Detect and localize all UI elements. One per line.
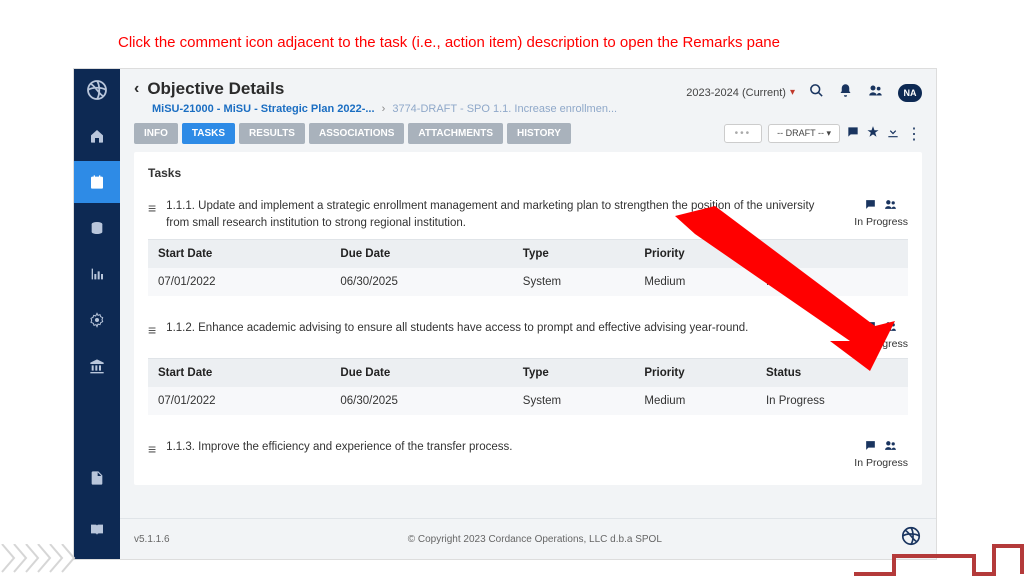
- sidebar-item-settings[interactable]: [74, 299, 120, 341]
- task-comment-icon[interactable]: [864, 198, 877, 214]
- tab-associations[interactable]: ASSOCIATIONS: [309, 123, 404, 144]
- version-text: v5.1.1.6: [134, 534, 170, 545]
- task-row: ≡ 1.1.1. Update and implement a strategi…: [134, 190, 922, 304]
- panel-title: Tasks: [134, 152, 922, 190]
- sidebar-item-data[interactable]: [74, 207, 120, 249]
- task-row: ≡ 1.1.3. Improve the efficiency and expe…: [134, 431, 922, 485]
- page-title: Objective Details: [147, 79, 284, 99]
- task-status-badge: In Progress: [854, 338, 908, 350]
- task-description: 1.1.3. Improve the efficiency and experi…: [166, 439, 844, 456]
- notifications-icon[interactable]: [838, 83, 853, 102]
- task-row: ≡ 1.1.2. Enhance academic advising to en…: [134, 312, 922, 423]
- copyright-text: © Copyright 2023 Cordance Operations, LL…: [408, 534, 662, 545]
- sidebar-item-reports[interactable]: [74, 253, 120, 295]
- footer-logo-icon: [900, 525, 922, 553]
- app-window: ‹ Objective Details MiSU-21000 - MiSU - …: [73, 68, 937, 560]
- cell-status: In Pr: [756, 268, 908, 296]
- col-priority: Priority: [634, 359, 756, 388]
- breadcrumb-root[interactable]: MiSU-21000 - MiSU - Strategic Plan 2022-…: [152, 103, 375, 115]
- drag-handle-icon[interactable]: ≡: [148, 200, 156, 216]
- drag-handle-icon[interactable]: ≡: [148, 322, 156, 338]
- status-dropdown[interactable]: -- DRAFT -- ▾: [768, 124, 840, 143]
- col-start: Start Date: [148, 240, 330, 269]
- cell-due: 06/30/2025: [330, 387, 512, 415]
- cell-status: In Progress: [756, 387, 908, 415]
- task-comment-icon[interactable]: [864, 320, 877, 336]
- task-comment-icon[interactable]: [864, 439, 877, 455]
- tab-attachments[interactable]: ATTACHMENTS: [408, 123, 503, 144]
- cell-type: System: [513, 268, 635, 296]
- comment-icon[interactable]: [846, 125, 860, 142]
- tasks-panel: Tasks ≡ 1.1.1. Update and implement a st…: [134, 152, 922, 485]
- more-actions-button[interactable]: •••: [724, 124, 763, 143]
- breadcrumb: MiSU-21000 - MiSU - Strategic Plan 2022-…: [152, 103, 686, 115]
- task-users-icon[interactable]: [883, 320, 898, 336]
- sidebar-item-library[interactable]: [74, 509, 120, 551]
- task-detail-grid: Start Date Due Date Type Priority 07/01/…: [148, 239, 908, 296]
- content-area: Tasks ≡ 1.1.1. Update and implement a st…: [120, 152, 936, 518]
- col-priority: Priority: [634, 240, 756, 269]
- col-status: Status: [756, 359, 908, 388]
- download-icon[interactable]: [886, 125, 900, 142]
- app-logo-icon[interactable]: [74, 69, 120, 111]
- drag-handle-icon[interactable]: ≡: [148, 441, 156, 457]
- sidebar-item-docs[interactable]: [74, 457, 120, 499]
- sidebar-item-home[interactable]: [74, 115, 120, 157]
- breadcrumb-current: 3774-DRAFT - SPO 1.1. Increase enrollmen…: [392, 103, 617, 115]
- period-dropdown[interactable]: 2023-2024 (Current)▾: [686, 87, 795, 99]
- cell-priority: Medium: [634, 268, 756, 296]
- footer: v5.1.1.6 © Copyright 2023 Cordance Opera…: [120, 518, 936, 559]
- instruction-text: Click the comment icon adjacent to the t…: [118, 34, 780, 51]
- search-icon[interactable]: [809, 83, 824, 102]
- tab-results[interactable]: RESULTS: [239, 123, 305, 144]
- task-description: 1.1.2. Enhance academic advising to ensu…: [166, 320, 844, 337]
- task-status-badge: In Progress: [854, 457, 908, 469]
- main-content: ‹ Objective Details MiSU-21000 - MiSU - …: [120, 69, 936, 559]
- cell-type: System: [513, 387, 635, 415]
- topbar: ‹ Objective Details MiSU-21000 - MiSU - …: [120, 69, 936, 121]
- cell-due: 06/30/2025: [330, 268, 512, 296]
- tabs-row: INFO TASKS RESULTS ASSOCIATIONS ATTACHME…: [120, 121, 936, 152]
- task-users-icon[interactable]: [883, 198, 898, 214]
- avatar[interactable]: NA: [898, 84, 922, 102]
- tab-tasks[interactable]: TASKS: [182, 123, 235, 144]
- cell-start: 07/01/2022: [148, 268, 330, 296]
- kebab-icon[interactable]: ⋮: [906, 124, 922, 144]
- task-status-badge: In Progress: [854, 216, 908, 228]
- cell-priority: Medium: [634, 387, 756, 415]
- task-detail-grid: Start Date Due Date Type Priority Status…: [148, 358, 908, 415]
- favorite-icon[interactable]: [866, 125, 880, 142]
- col-due: Due Date: [330, 240, 512, 269]
- col-status: [756, 240, 908, 269]
- back-button[interactable]: ‹: [134, 80, 139, 98]
- tab-info[interactable]: INFO: [134, 123, 178, 144]
- cell-start: 07/01/2022: [148, 387, 330, 415]
- col-due: Due Date: [330, 359, 512, 388]
- tab-history[interactable]: HISTORY: [507, 123, 571, 144]
- col-type: Type: [513, 359, 635, 388]
- sidebar-item-institution[interactable]: [74, 345, 120, 387]
- sidebar: [74, 69, 120, 559]
- col-type: Type: [513, 240, 635, 269]
- col-start: Start Date: [148, 359, 330, 388]
- task-description: 1.1.1. Update and implement a strategic …: [166, 198, 844, 231]
- users-icon[interactable]: [867, 83, 884, 102]
- sidebar-item-plan[interactable]: [74, 161, 120, 203]
- task-users-icon[interactable]: [883, 439, 898, 455]
